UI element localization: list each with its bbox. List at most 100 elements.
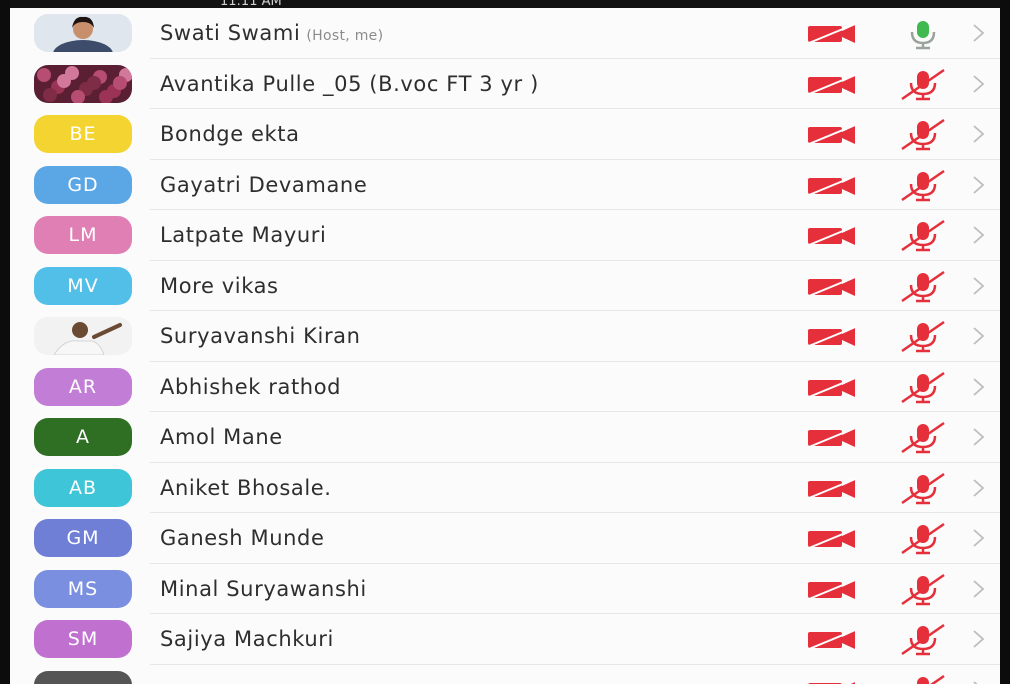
mic-muted-icon-glyph	[901, 220, 945, 252]
chevron-right-icon[interactable]	[970, 22, 986, 44]
participant-name: Bondge ekta	[160, 122, 300, 146]
avatar-initials: BE	[69, 123, 97, 146]
participant-name-text: Sajiya Machkuri	[160, 627, 334, 652]
participant-avatar: LM	[34, 216, 132, 255]
participant-name: Avantika Pulle _05 (B.voc FT 3 yr )	[160, 72, 539, 96]
mic-muted-icon-glyph	[901, 68, 945, 100]
mic-on-icon-glyph	[910, 21, 936, 50]
video-off-icon	[807, 22, 859, 45]
participant-avatar: MV	[34, 266, 132, 305]
mic-on-icon	[898, 16, 948, 50]
chevron-right-icon-glyph	[973, 580, 985, 598]
mic-muted-icon	[898, 521, 948, 555]
video-off-icon	[807, 174, 859, 196]
video-off-icon	[807, 325, 859, 348]
chevron-right-icon[interactable]	[970, 174, 986, 196]
mic-muted-icon-glyph	[901, 472, 945, 504]
mic-muted-icon	[898, 168, 948, 202]
participant-row[interactable]: SM Sajiya Machkuri	[10, 614, 1000, 665]
video-off-icon-glyph	[808, 326, 856, 348]
video-off-icon	[807, 477, 859, 499]
participant-name: Abhishek rathod	[160, 375, 341, 399]
participant-row[interactable]: BE Bondge ekta	[10, 109, 1000, 160]
avatar-initials: GM	[66, 527, 100, 550]
participant-name: Aniket Bhosale.	[160, 476, 332, 500]
mic-muted-icon-glyph	[901, 624, 945, 656]
video-off-icon-glyph	[808, 427, 856, 449]
chevron-right-icon-glyph	[973, 176, 985, 194]
participant-name-text: Minal Suryawanshi	[160, 576, 367, 601]
avatar-photo	[34, 14, 132, 53]
participant-row[interactable]: Suryavanshi Kiran	[10, 311, 1000, 362]
avatar-photo	[34, 670, 132, 684]
participant-row[interactable]: AB Aniket Bhosale.	[10, 463, 1000, 514]
participant-name: Gayatri Devamane	[160, 173, 367, 197]
participant-avatar: AB	[34, 468, 132, 507]
participant-avatar: GM	[34, 519, 132, 558]
mic-muted-icon-glyph	[901, 270, 945, 302]
chevron-right-icon[interactable]	[970, 426, 986, 448]
chevron-right-icon[interactable]	[970, 224, 986, 246]
mic-muted-icon	[898, 319, 948, 353]
chevron-right-icon-glyph	[973, 479, 985, 497]
participant-name: Swati Swami (Host, me)	[160, 21, 383, 45]
video-off-icon	[807, 123, 859, 146]
video-off-icon	[807, 679, 859, 684]
participant-name: Amol Mane	[160, 425, 283, 449]
video-off-icon	[807, 73, 859, 95]
chevron-right-icon[interactable]	[970, 275, 986, 297]
participant-row[interactable]: Avantika Pulle _05 (B.voc FT 3 yr )	[10, 59, 1000, 110]
mic-muted-icon-glyph	[901, 523, 945, 555]
video-off-icon-glyph	[808, 376, 856, 398]
participant-name: Minal Suryawanshi	[160, 577, 367, 601]
chevron-right-icon[interactable]	[970, 477, 986, 499]
participant-name-text: Ganesh Munde	[160, 526, 325, 551]
mic-muted-icon	[898, 218, 948, 252]
chevron-right-icon-glyph	[973, 24, 985, 42]
participant-avatar: MS	[34, 569, 132, 608]
participant-row[interactable]: MV More vikas	[10, 261, 1000, 312]
chevron-right-icon[interactable]	[970, 527, 986, 549]
avatar-initials: MS	[67, 577, 99, 600]
participant-row[interactable]: GM Ganesh Munde	[10, 513, 1000, 564]
participant-row[interactable]: LM Latpate Mayuri	[10, 210, 1000, 261]
participant-avatar	[34, 670, 132, 684]
participant-avatar: BE	[34, 115, 132, 154]
participant-row[interactable]: Swati Swami (Host, me)	[10, 8, 1000, 59]
chevron-right-icon[interactable]	[970, 325, 986, 347]
video-off-icon-glyph	[808, 23, 856, 45]
participant-row[interactable]: MS Minal Suryawanshi	[10, 564, 1000, 615]
participant-name-text: Latpate Mayuri	[160, 223, 327, 248]
status-bar: 11:11 AM	[10, 0, 1000, 9]
chevron-right-icon[interactable]	[970, 578, 986, 600]
participant-row[interactable]: A Amol Mane	[10, 412, 1000, 463]
chevron-right-icon[interactable]	[970, 123, 986, 145]
participant-name-text: Abhishek rathod	[160, 374, 342, 399]
participant-name: Latpate Mayuri	[160, 223, 326, 247]
participant-name-text: Suryavanshi Kiran	[160, 324, 361, 349]
participant-row[interactable]: GD Gayatri Devamane	[10, 160, 1000, 211]
participant-row[interactable]: AR Abhishek rathod	[10, 362, 1000, 413]
chevron-right-icon-glyph	[973, 75, 985, 93]
participant-avatar: AR	[34, 367, 132, 406]
chevron-right-icon-glyph	[973, 277, 985, 295]
chevron-right-icon-glyph	[973, 327, 985, 345]
video-off-icon	[807, 376, 859, 398]
video-off-icon	[807, 628, 859, 651]
chevron-right-icon[interactable]	[970, 73, 986, 95]
mic-muted-icon	[898, 420, 948, 454]
participant-name-text: Aniket Bhosale.	[160, 475, 332, 500]
chevron-right-icon-glyph	[973, 378, 985, 396]
mic-muted-icon-glyph	[917, 674, 945, 684]
chevron-right-icon[interactable]	[970, 679, 986, 684]
video-off-icon	[807, 527, 859, 550]
participant-name-text: Amol Mane	[160, 425, 283, 450]
avatar-initials: GD	[67, 173, 99, 196]
chevron-right-icon[interactable]	[970, 628, 986, 650]
participant-row[interactable]	[10, 665, 1000, 684]
chevron-right-icon[interactable]	[970, 376, 986, 398]
participant-avatar: GD	[34, 165, 132, 204]
video-off-icon	[807, 426, 859, 449]
avatar-initials: LM	[68, 224, 98, 247]
mic-muted-icon	[898, 622, 948, 656]
